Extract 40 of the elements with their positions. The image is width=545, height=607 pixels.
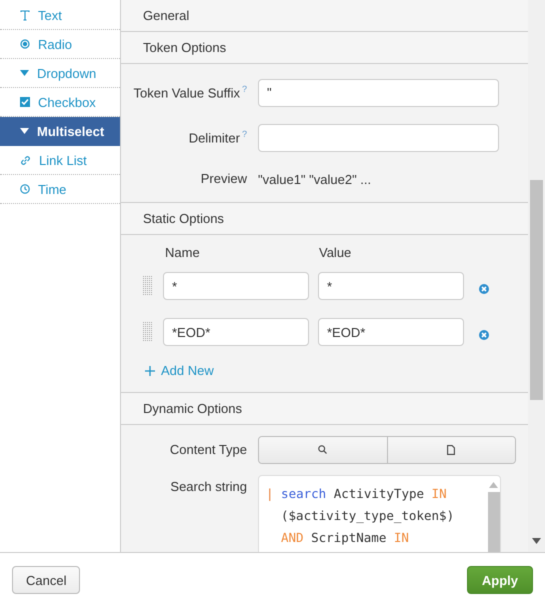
column-header: Name [165,245,201,262]
document-button[interactable] [386,436,515,462]
input-field[interactable] [258,124,499,152]
input-field[interactable]: " [258,78,499,106]
input-field[interactable]: * [318,272,464,300]
sidebar-item[interactable]: Multiselect [0,117,120,146]
search-button[interactable] [259,436,386,462]
caret-icon [20,128,29,134]
drag-handle-icon[interactable] [143,322,153,342]
plus-icon [145,366,155,376]
field-label: Preview [200,171,247,186]
cancel-button[interactable]: Cancel [12,566,80,594]
scroll-up-icon[interactable] [489,482,498,488]
preview-text: "value1" "value2" ... [258,172,372,186]
section-header[interactable]: Dynamic Options [121,392,528,424]
field-label: Token Value Suffix [134,85,240,100]
caret-icon [20,70,29,76]
link-icon [20,154,31,166]
input-field[interactable]: *EOD* [318,318,464,346]
radio-icon [20,39,30,49]
document-icon [447,444,456,454]
code-line: ($activity_type_token$) [280,506,456,525]
remove-icon[interactable] [479,330,489,340]
clock-icon [20,184,30,194]
scroll-down-icon[interactable] [532,538,541,544]
section-header[interactable]: Static Options [121,202,528,235]
code-line: AND ScriptName IN [280,528,410,547]
remove-icon[interactable] [479,284,489,294]
code-line: | search ActivityType IN [266,484,448,503]
search-icon [318,445,328,454]
field-label: Content Type [170,442,247,456]
checkbox-icon [20,97,30,107]
drag-handle-icon[interactable] [143,276,153,296]
text-icon [20,10,30,20]
input-field[interactable]: *EOD* [163,318,309,346]
input-field[interactable]: * [163,272,309,300]
column-header: Value [319,245,352,262]
field-label: Search string [170,478,247,494]
field-label: Delimiter [188,130,240,146]
code-editor[interactable]: | search ActivityType IN ($activity_type_token$) AND ScriptName IN [258,474,501,552]
